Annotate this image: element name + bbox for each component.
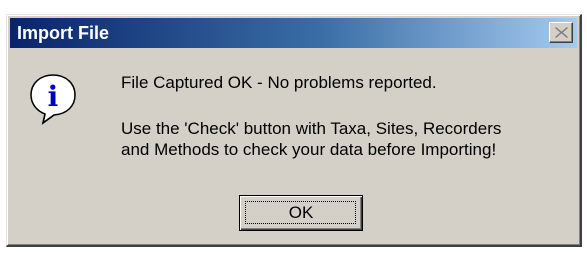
- close-button[interactable]: [549, 22, 573, 43]
- import-file-dialog: Import File i File Captured OK - No prob…: [6, 14, 582, 247]
- window-title: Import File: [17, 23, 110, 43]
- ok-button-label: OK: [288, 203, 314, 222]
- detail-line-2: and Methods to check your data before Im…: [121, 140, 497, 159]
- status-message: File Captured OK - No problems reported.: [121, 73, 437, 92]
- close-icon: [555, 27, 568, 38]
- info-icon: i: [30, 74, 76, 125]
- ok-button[interactable]: OK: [239, 195, 363, 231]
- info-glyph: i: [48, 80, 59, 113]
- title-bar[interactable]: Import File: [10, 18, 577, 48]
- detail-line-1: Use the 'Check' button with Taxa, Sites,…: [121, 119, 502, 138]
- detail-message: Use the 'Check' button with Taxa, Sites,…: [121, 118, 501, 160]
